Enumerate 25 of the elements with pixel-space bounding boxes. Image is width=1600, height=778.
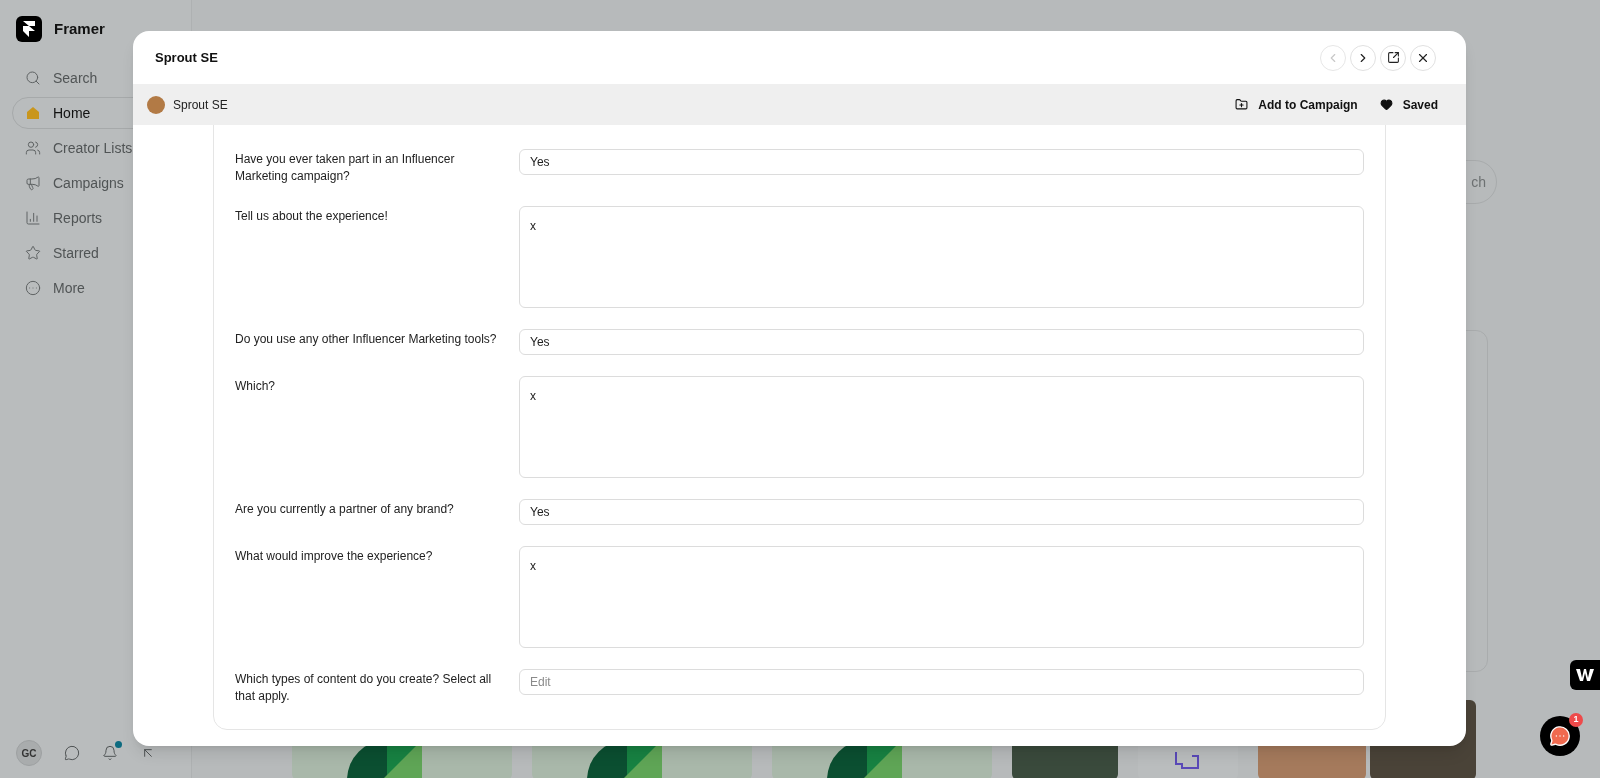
question-label: Which types of content do you create? Select all that apply. xyxy=(235,671,493,705)
answer-text-area[interactable]: x xyxy=(519,376,1364,478)
add-to-campaign-button[interactable]: Add to Campaign xyxy=(1235,95,1358,114)
question-label: Have you ever taken part in an Influencer Marketing campaign? xyxy=(235,151,456,185)
notification-badge: 1 xyxy=(1569,713,1583,727)
question-label: Tell us about the experience! xyxy=(235,208,389,225)
nav-item[interactable]: Starred xyxy=(12,237,179,269)
answer-field[interactable]: Yes xyxy=(519,499,1364,525)
user-avatar[interactable]: GC xyxy=(16,740,42,766)
modal-title: Sprout SE xyxy=(155,48,218,67)
question-label: Do you use any other Influencer Marketing tools? xyxy=(235,331,497,348)
answer-field[interactable]: Yes xyxy=(519,149,1364,175)
brand-name: Framer xyxy=(54,18,105,39)
answer-text-area[interactable]: x xyxy=(519,206,1364,308)
question-label: What would improve the experience? xyxy=(235,548,434,565)
chat-launcher-button[interactable]: 1 xyxy=(1540,716,1580,756)
nav-item[interactable]: More xyxy=(12,272,179,304)
saved-button[interactable]: Saved xyxy=(1379,95,1438,114)
answer-field[interactable]: Yes xyxy=(519,329,1364,355)
answer-text-area[interactable]: x xyxy=(519,546,1364,648)
nav-item[interactable]: Campaigns xyxy=(12,167,179,199)
nav-item[interactable]: Reports xyxy=(12,202,179,234)
question-label: Which? xyxy=(235,378,276,395)
question-label: Are you currently a partner of any brand? xyxy=(235,501,455,518)
nav-item[interactable]: Creator Lists xyxy=(12,132,179,164)
